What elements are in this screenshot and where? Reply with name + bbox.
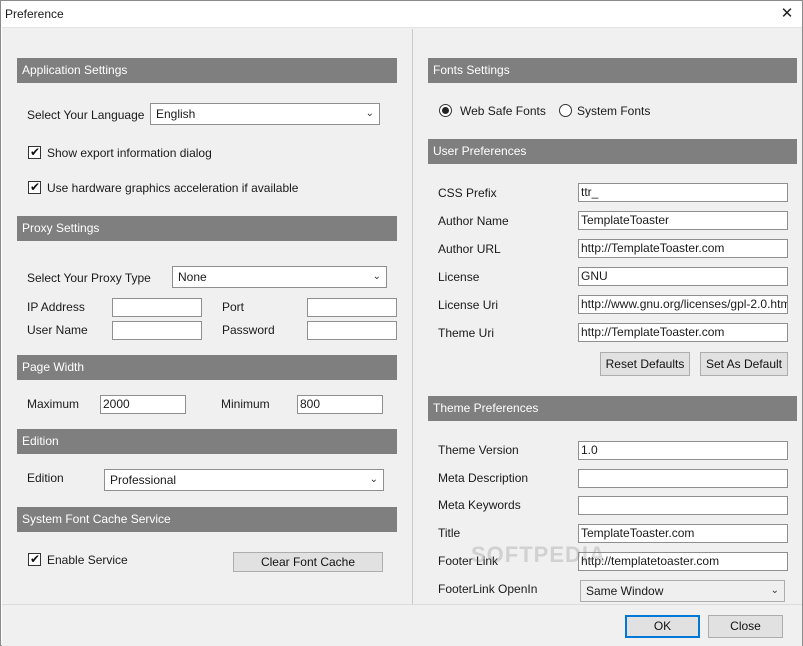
application-settings-header: Application Settings xyxy=(17,58,397,83)
close-window-icon[interactable]: ✕ xyxy=(775,3,799,25)
page-width-header: Page Width xyxy=(17,355,397,380)
radio-selected-dot xyxy=(442,107,449,114)
font-cache-header: System Font Cache Service xyxy=(17,507,397,532)
language-label: Select Your Language xyxy=(27,108,145,122)
chevron-down-icon: ⌄ xyxy=(770,585,779,596)
maximum-label: Maximum xyxy=(27,397,80,411)
enable-service-checkbox[interactable]: ✔ xyxy=(28,552,41,566)
css-prefix-input[interactable]: ttr_ xyxy=(578,183,788,202)
web-safe-fonts-label: Web Safe Fonts xyxy=(460,104,546,118)
chevron-down-icon: ⌄ xyxy=(369,474,378,485)
meta-description-input[interactable] xyxy=(578,469,788,488)
minimum-width-input[interactable]: 800 xyxy=(297,395,383,414)
user-name-label: User Name xyxy=(27,323,88,337)
system-fonts-radio[interactable] xyxy=(559,104,572,117)
theme-uri-label: Theme Uri xyxy=(438,326,495,340)
user-preferences-header: User Preferences xyxy=(428,139,797,164)
title-input[interactable]: TemplateToaster.com xyxy=(578,524,788,543)
chevron-down-icon: ⌄ xyxy=(372,271,381,282)
maximum-width-input[interactable]: 2000 xyxy=(100,395,186,414)
ip-address-input[interactable] xyxy=(112,298,202,317)
clear-font-cache-button[interactable]: Clear Font Cache xyxy=(233,552,383,572)
proxy-settings-header: Proxy Settings xyxy=(17,216,397,241)
system-fonts-label: System Fonts xyxy=(577,104,651,118)
set-as-default-button[interactable]: Set As Default xyxy=(700,352,788,376)
license-uri-label: License Uri xyxy=(438,298,499,312)
column-divider xyxy=(412,29,413,604)
title-bar: Preference ✕ xyxy=(1,1,802,27)
preference-window: Preference ✕ Application Settings Select… xyxy=(0,0,803,646)
footer-link-label: Footer Link xyxy=(438,554,499,568)
title-label: Title xyxy=(438,526,461,540)
footer-link-input[interactable]: http://templatetoaster.com xyxy=(578,552,788,571)
window-title: Preference xyxy=(5,7,64,21)
reset-defaults-button[interactable]: Reset Defaults xyxy=(600,352,690,376)
edition-label: Edition xyxy=(27,471,64,485)
export-dialog-label: Show export information dialog xyxy=(47,146,212,160)
author-url-input[interactable]: http://TemplateToaster.com xyxy=(578,239,788,258)
edition-header: Edition xyxy=(17,429,397,454)
port-input[interactable] xyxy=(307,298,397,317)
license-uri-input[interactable]: http://www.gnu.org/licenses/gpl-2.0.html xyxy=(578,295,788,314)
proxy-type-label: Select Your Proxy Type xyxy=(27,271,151,285)
language-dropdown[interactable]: English ⌄ xyxy=(150,103,380,125)
theme-preferences-header: Theme Preferences xyxy=(428,396,797,421)
checkmark-icon: ✔ xyxy=(30,180,41,194)
theme-version-label: Theme Version xyxy=(438,443,519,457)
checkmark-icon: ✔ xyxy=(30,552,41,566)
edition-value: Professional xyxy=(110,473,177,487)
edition-dropdown[interactable]: Professional ⌄ xyxy=(104,469,384,491)
theme-version-input[interactable]: 1.0 xyxy=(578,441,788,460)
checkmark-icon: ✔ xyxy=(30,145,41,159)
minimum-label: Minimum xyxy=(221,397,270,411)
port-label: Port xyxy=(222,300,245,314)
author-url-label: Author URL xyxy=(438,242,501,256)
footer-link-openin-value: Same Window xyxy=(586,584,664,598)
author-name-input[interactable]: TemplateToaster xyxy=(578,211,788,230)
web-safe-fonts-radio[interactable] xyxy=(439,104,452,117)
enable-service-label: Enable Service xyxy=(47,553,128,567)
ok-button[interactable]: OK xyxy=(625,615,700,638)
theme-uri-input[interactable]: http://TemplateToaster.com xyxy=(578,323,788,342)
css-prefix-label: CSS Prefix xyxy=(438,186,497,200)
footer-link-openin-label: FooterLink OpenIn xyxy=(438,582,538,596)
ip-address-label: IP Address xyxy=(27,300,85,314)
export-dialog-checkbox[interactable]: ✔ xyxy=(28,145,41,159)
meta-keywords-input[interactable] xyxy=(578,496,788,515)
proxy-type-value: None xyxy=(178,270,207,284)
meta-keywords-label: Meta Keywords xyxy=(438,498,521,512)
footer-link-openin-dropdown[interactable]: Same Window ⌄ xyxy=(580,580,785,602)
chevron-down-icon: ⌄ xyxy=(365,108,374,119)
author-name-label: Author Name xyxy=(438,214,509,228)
close-button[interactable]: Close xyxy=(708,615,783,638)
license-label: License xyxy=(438,270,480,284)
password-input[interactable] xyxy=(307,321,397,340)
language-value: English xyxy=(156,107,196,121)
password-label: Password xyxy=(222,323,275,337)
hw-accel-label: Use hardware graphics acceleration if av… xyxy=(47,181,299,195)
license-input[interactable]: GNU xyxy=(578,267,788,286)
proxy-type-dropdown[interactable]: None ⌄ xyxy=(172,266,387,288)
hw-accel-checkbox[interactable]: ✔ xyxy=(28,180,41,194)
meta-description-label: Meta Description xyxy=(438,471,529,485)
fonts-settings-header: Fonts Settings xyxy=(428,58,797,83)
user-name-input[interactable] xyxy=(112,321,202,340)
